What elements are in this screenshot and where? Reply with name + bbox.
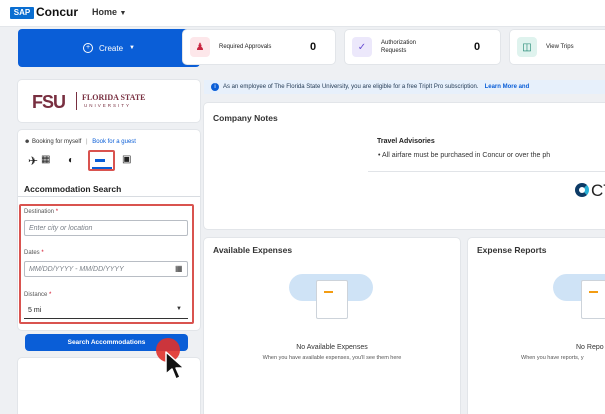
bed-icon: ▬ (95, 154, 105, 165)
plus-circle-icon: + (83, 43, 94, 53)
dates-input[interactable]: MM/DD/YYYY - MM/DD/YYYY ▦ (24, 261, 188, 277)
concur-brand[interactable]: Concur (36, 5, 78, 19)
train-icon: ▣ (122, 154, 132, 165)
advisory-item-text: All airfare must be purchased in Concur … (382, 152, 551, 159)
travel-advisories-title: Travel Advisories (377, 138, 435, 145)
check-icon: ✓ (352, 37, 372, 57)
hotel-tab[interactable]: ▬ (95, 154, 105, 165)
org-name-line2: UNIVERSITY (84, 103, 132, 108)
document-icon (581, 280, 605, 319)
chevron-down-icon: ▼ (119, 10, 127, 17)
top-bar (0, 0, 605, 27)
partner-logo-text: CT (591, 181, 605, 200)
booking-for-myself[interactable]: Booking for myself (32, 139, 81, 145)
destination-label-text: Destination (24, 209, 55, 215)
distance-label: Distance * (24, 292, 51, 298)
company-notes-title: Company Notes (213, 113, 278, 123)
flight-tab[interactable]: ✈ (28, 154, 38, 168)
person-icon: ☻ (24, 139, 31, 145)
book-for-guest-link[interactable]: Book for a guest (92, 139, 136, 145)
no-reports-title: No Repo (576, 344, 604, 351)
expense-reports-title: Expense Reports (477, 245, 547, 255)
distance-label-text: Distance (24, 292, 48, 298)
hotel-tab-active-indicator (92, 167, 112, 169)
create-button-label: Create (99, 43, 124, 53)
home-menu-label: Home (92, 7, 118, 17)
distance-select[interactable]: 5 mi ▼ (24, 303, 188, 319)
sap-logo: SAP (10, 7, 34, 19)
info-icon: i (211, 83, 219, 91)
car-icon: ◐ (68, 155, 75, 166)
no-expenses-subtitle: When you have available expenses, you'll… (262, 355, 402, 361)
available-expenses-card (204, 238, 460, 414)
chevron-down-icon: ▼ (129, 45, 135, 51)
expense-reports-card (468, 238, 605, 414)
advisory-item: • All airfare must be purchased in Concu… (378, 152, 550, 159)
booking-separator: | (86, 139, 88, 145)
destination-label: Destination * (24, 209, 58, 215)
authorization-requests-tile[interactable]: ✓ Authorization Requests 0 (345, 30, 500, 64)
train-tab[interactable]: ▣ (122, 154, 131, 165)
authorization-label-line1: Authorization (381, 40, 417, 46)
chevron-down-icon: ▼ (176, 306, 182, 312)
bullet: • (378, 152, 381, 159)
required-approvals-label: Required Approvals (219, 44, 272, 50)
home-menu[interactable]: Home ▼ (92, 7, 126, 17)
fsu-initials: FSU (32, 92, 66, 112)
distance-value: 5 mi (28, 307, 42, 314)
create-button[interactable]: + Create ▼ (18, 29, 200, 67)
banner-text: As an employee of The Florida State Univ… (223, 84, 479, 90)
available-expenses-title: Available Expenses (213, 245, 293, 255)
suitcase-icon: ◫ (517, 37, 537, 57)
org-logo-card: FSU FLORIDA STATE UNIVERSITY (18, 80, 200, 122)
dates-label: Dates * (24, 250, 44, 256)
required-approvals-count: 0 (310, 41, 317, 53)
required-mark: * (41, 250, 44, 256)
document-accent (589, 291, 598, 293)
approvals-icon: ♟ (190, 37, 210, 57)
document-icon (316, 280, 348, 319)
notes-divider (368, 171, 605, 172)
dates-placeholder: MM/DD/YYYY - MM/DD/YYYY (29, 265, 124, 273)
airplane-icon: ✈ (28, 154, 39, 168)
required-mark: * (49, 292, 52, 298)
no-reports-subtitle: When you have reports, y (521, 355, 584, 361)
org-name-line1: FLORIDA STATE (82, 93, 146, 102)
view-trips-label: View Trips (546, 44, 574, 50)
flight-hotel-tab[interactable]: ▦ (41, 154, 50, 165)
required-approvals-tile[interactable]: ♟ Required Approvals 0 (183, 30, 335, 64)
banner-learn-more-link[interactable]: Learn More and (485, 84, 530, 90)
hotel-building-icon: ▦ (41, 154, 51, 165)
authorization-requests-count: 0 (474, 41, 481, 53)
accommodation-search-heading: Accommodation Search (24, 184, 122, 194)
destination-input[interactable]: Enter city or location (24, 220, 188, 236)
calendar-icon[interactable]: ▦ (175, 264, 183, 273)
partner-logo-icon (575, 183, 589, 197)
mouse-cursor-icon (165, 351, 185, 380)
tripit-banner: i As an employee of The Florida State Un… (204, 80, 605, 94)
document-accent (324, 291, 333, 293)
dates-label-text: Dates (24, 250, 40, 256)
no-expenses-title: No Available Expenses (296, 344, 368, 351)
booking-for-row: ☻ Booking for myself | Book for a guest (24, 139, 136, 145)
logo-divider (76, 92, 77, 110)
required-mark: * (55, 209, 59, 215)
car-tab[interactable]: ◐ (68, 155, 74, 166)
view-trips-tile[interactable]: ◫ View Trips (510, 30, 605, 64)
authorization-requests-label: Authorization Requests (381, 39, 416, 55)
authorization-label-line2: Requests (381, 48, 407, 54)
heading-divider (18, 196, 200, 197)
